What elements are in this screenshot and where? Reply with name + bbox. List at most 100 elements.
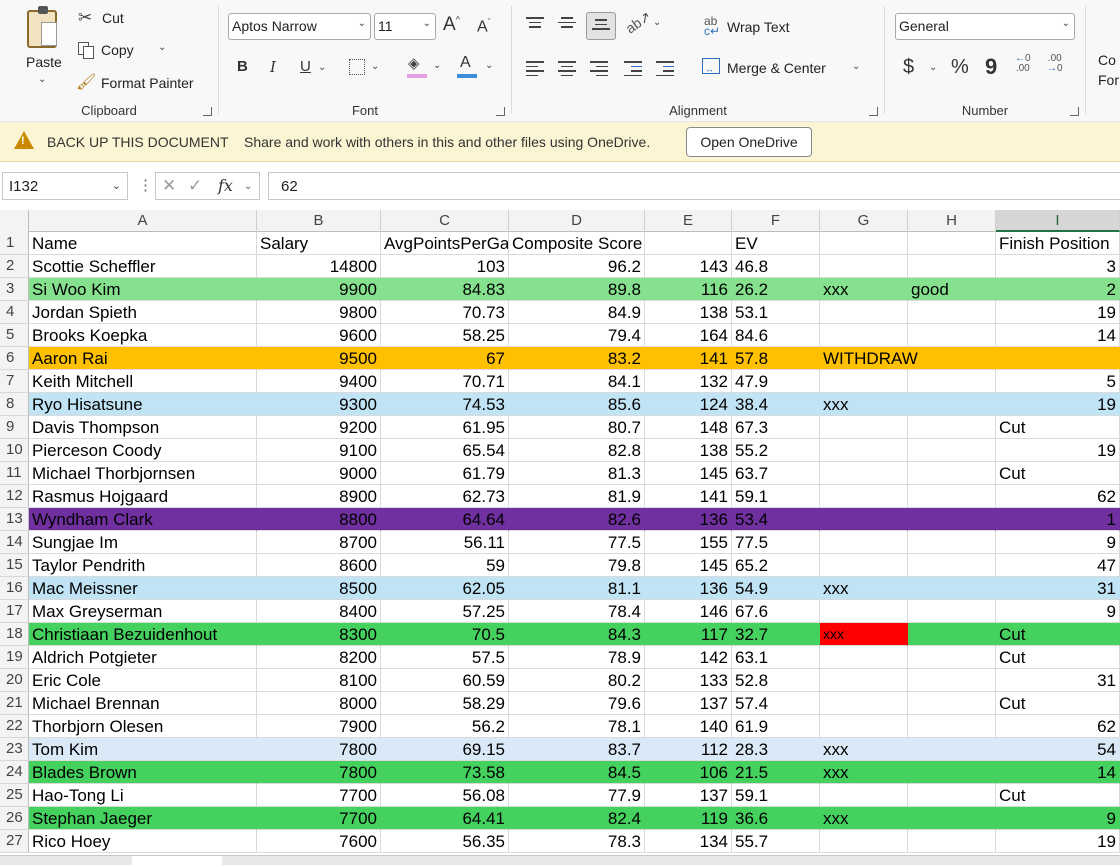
cell-i25[interactable]: Cut <box>996 784 1120 807</box>
cell-h9[interactable] <box>908 416 996 439</box>
copy-chevron-icon[interactable]: ⌄ <box>158 42 166 53</box>
cell-d19[interactable]: 78.9 <box>509 646 645 669</box>
cell-c9[interactable]: 61.95 <box>381 416 509 439</box>
cell-f27[interactable]: 55.7 <box>732 830 820 853</box>
conditional-formatting-button[interactable]: Co <box>1098 52 1116 68</box>
row-header[interactable]: 8 <box>0 393 29 416</box>
cell-h3[interactable]: good <box>908 278 996 301</box>
cell-g20[interactable] <box>820 669 908 692</box>
cell-b25[interactable]: 7700 <box>257 784 381 807</box>
borders-button[interactable]: ⌄ <box>349 58 383 78</box>
cell-c5[interactable]: 58.25 <box>381 324 509 347</box>
cell-g4[interactable] <box>820 301 908 324</box>
cell-d18[interactable]: 84.3 <box>509 623 645 646</box>
enter-icon[interactable]: ✓ <box>188 176 202 196</box>
cell-e14[interactable]: 155 <box>645 531 732 554</box>
formula-input[interactable]: 62 <box>268 172 1120 200</box>
column-header-a[interactable]: A <box>29 210 257 232</box>
cell-h14[interactable] <box>908 531 996 554</box>
cell-b2[interactable]: 14800 <box>257 255 381 278</box>
comma-style-button[interactable]: 9 <box>985 54 997 80</box>
cell-i9[interactable]: Cut <box>996 416 1120 439</box>
cell-b16[interactable]: 8500 <box>257 577 381 600</box>
cell-d7[interactable]: 84.1 <box>509 370 645 393</box>
cell-b3[interactable]: 9900 <box>257 278 381 301</box>
cell-f12[interactable]: 59.1 <box>732 485 820 508</box>
bold-button[interactable]: B <box>237 58 248 75</box>
cell-g1[interactable] <box>820 232 908 255</box>
cell-a7[interactable]: Keith Mitchell <box>29 370 257 393</box>
cell-i20[interactable]: 31 <box>996 669 1120 692</box>
row-header[interactable]: 5 <box>0 324 29 347</box>
cell-b10[interactable]: 9100 <box>257 439 381 462</box>
cell-f6[interactable]: 57.8 <box>732 347 820 370</box>
cell-c4[interactable]: 70.73 <box>381 301 509 324</box>
cell-e1[interactable] <box>645 232 732 255</box>
cell-c22[interactable]: 56.2 <box>381 715 509 738</box>
cell-e17[interactable]: 146 <box>645 600 732 623</box>
cell-e24[interactable]: 106 <box>645 761 732 784</box>
cell-g19[interactable] <box>820 646 908 669</box>
top-align-button[interactable] <box>526 14 544 35</box>
cell-g24[interactable]: xxx <box>820 761 908 784</box>
cell-c13[interactable]: 64.64 <box>381 508 509 531</box>
cell-f10[interactable]: 55.2 <box>732 439 820 462</box>
cell-a17[interactable]: Max Greyserman <box>29 600 257 623</box>
cell-h17[interactable] <box>908 600 996 623</box>
cell-a8[interactable]: Ryo Hisatsune <box>29 393 257 416</box>
more-options-icon[interactable]: ⋮ <box>138 176 153 194</box>
cell-c2[interactable]: 103 <box>381 255 509 278</box>
cell-h18[interactable] <box>908 623 996 646</box>
cell-g22[interactable] <box>820 715 908 738</box>
cell-e2[interactable]: 143 <box>645 255 732 278</box>
cell-i26[interactable]: 9 <box>996 807 1120 830</box>
column-header-c[interactable]: C <box>381 210 509 232</box>
cell-b15[interactable]: 8600 <box>257 554 381 577</box>
middle-align-button[interactable] <box>558 14 576 35</box>
column-header-g[interactable]: G <box>820 210 908 232</box>
cell-b6[interactable]: 9500 <box>257 347 381 370</box>
cell-e5[interactable]: 164 <box>645 324 732 347</box>
row-header[interactable]: 17 <box>0 600 29 623</box>
currency-chevron-icon[interactable]: ⌄ <box>929 62 937 73</box>
font-dialog-launcher-icon[interactable] <box>496 107 505 116</box>
cell-h24[interactable] <box>908 761 996 784</box>
cell-b8[interactable]: 9300 <box>257 393 381 416</box>
cell-c3[interactable]: 84.83 <box>381 278 509 301</box>
cell-f3[interactable]: 26.2 <box>732 278 820 301</box>
cell-c14[interactable]: 56.11 <box>381 531 509 554</box>
cell-e22[interactable]: 140 <box>645 715 732 738</box>
row-header[interactable]: 21 <box>0 692 29 715</box>
cell-f19[interactable]: 63.1 <box>732 646 820 669</box>
cell-d27[interactable]: 78.3 <box>509 830 645 853</box>
cell-f4[interactable]: 53.1 <box>732 301 820 324</box>
cell-d10[interactable]: 82.8 <box>509 439 645 462</box>
cell-e7[interactable]: 132 <box>645 370 732 393</box>
select-all-corner[interactable] <box>0 210 29 232</box>
cell-d16[interactable]: 81.1 <box>509 577 645 600</box>
row-header[interactable]: 11 <box>0 462 29 485</box>
cell-d22[interactable]: 78.1 <box>509 715 645 738</box>
cell-i15[interactable]: 47 <box>996 554 1120 577</box>
cell-g15[interactable] <box>820 554 908 577</box>
cell-f17[interactable]: 67.6 <box>732 600 820 623</box>
cell-c19[interactable]: 57.5 <box>381 646 509 669</box>
cell-i10[interactable]: 19 <box>996 439 1120 462</box>
row-header[interactable]: 20 <box>0 669 29 692</box>
cell-c12[interactable]: 62.73 <box>381 485 509 508</box>
alignment-dialog-launcher-icon[interactable] <box>869 107 878 116</box>
cell-a2[interactable]: Scottie Scheffler <box>29 255 257 278</box>
cell-b5[interactable]: 9600 <box>257 324 381 347</box>
cell-b22[interactable]: 7900 <box>257 715 381 738</box>
increase-font-size-button[interactable]: A^ <box>443 14 460 36</box>
cell-g14[interactable] <box>820 531 908 554</box>
cell-c8[interactable]: 74.53 <box>381 393 509 416</box>
cell-b1[interactable]: Salary <box>257 232 381 255</box>
decrease-font-size-button[interactable]: Aˇ <box>477 17 491 36</box>
cell-e19[interactable]: 142 <box>645 646 732 669</box>
row-header[interactable]: 12 <box>0 485 29 508</box>
cell-a14[interactable]: Sungjae Im <box>29 531 257 554</box>
cell-e20[interactable]: 133 <box>645 669 732 692</box>
cell-a11[interactable]: Michael Thorbjornsen <box>29 462 257 485</box>
cell-h13[interactable] <box>908 508 996 531</box>
